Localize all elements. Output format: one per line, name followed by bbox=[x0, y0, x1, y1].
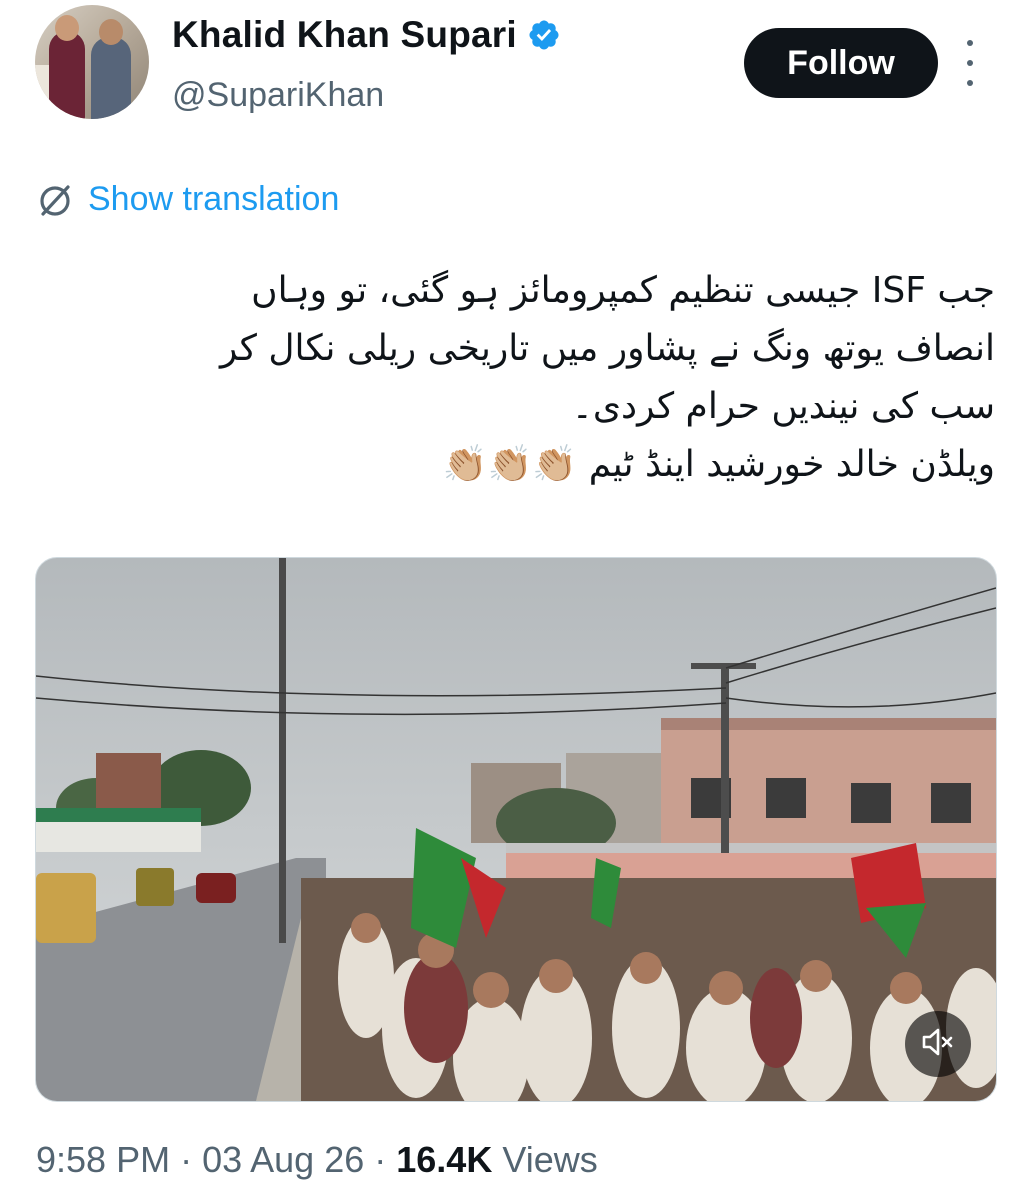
display-name[interactable]: Khalid Khan Supari bbox=[172, 14, 517, 56]
follow-button[interactable]: Follow bbox=[744, 28, 938, 98]
views-count: 16.4K bbox=[396, 1139, 493, 1180]
video-frame bbox=[36, 558, 996, 1101]
show-translation-label[interactable]: Show translation bbox=[88, 180, 339, 219]
tweet-line: ویلڈن خالد خورشید اینڈ ٹیم 👏🏼👏🏼👏🏼 bbox=[442, 444, 995, 485]
tweet-date[interactable]: 03 Aug 26 bbox=[202, 1139, 364, 1181]
tweet-line: سب کی نیندیں حرام کردی۔ bbox=[571, 386, 995, 427]
tweet-time[interactable]: 9:58 PM bbox=[36, 1139, 170, 1181]
author-name-row[interactable]: Khalid Khan Supari bbox=[172, 14, 561, 56]
translate-icon bbox=[36, 181, 74, 219]
more-vertical-icon[interactable] bbox=[958, 40, 982, 86]
avatar[interactable] bbox=[35, 5, 149, 119]
volume-muted-icon bbox=[920, 1024, 956, 1065]
tweet-line: انصاف یوتھ ونگ نے پشاور میں تاریخی ریلی … bbox=[219, 328, 995, 369]
verified-badge-icon bbox=[527, 18, 561, 52]
author-handle[interactable]: @SupariKhan bbox=[172, 76, 384, 115]
separator-dot: · bbox=[374, 1139, 387, 1180]
video-player[interactable] bbox=[35, 557, 997, 1102]
mute-toggle-button[interactable] bbox=[905, 1011, 971, 1077]
views-label: Views bbox=[502, 1139, 598, 1180]
tweet-line: جب ISF جیسی تنظیم کمپرومائز ہو گئی، تو و… bbox=[251, 270, 995, 311]
separator-dot: · bbox=[180, 1139, 193, 1180]
show-translation-link[interactable]: Show translation bbox=[36, 180, 339, 219]
tweet-text: جب ISF جیسی تنظیم کمپرومائز ہو گئی، تو و… bbox=[219, 262, 995, 494]
tweet-meta: 9:58 PM · 03 Aug 26 · 16.4K Views bbox=[36, 1139, 598, 1181]
